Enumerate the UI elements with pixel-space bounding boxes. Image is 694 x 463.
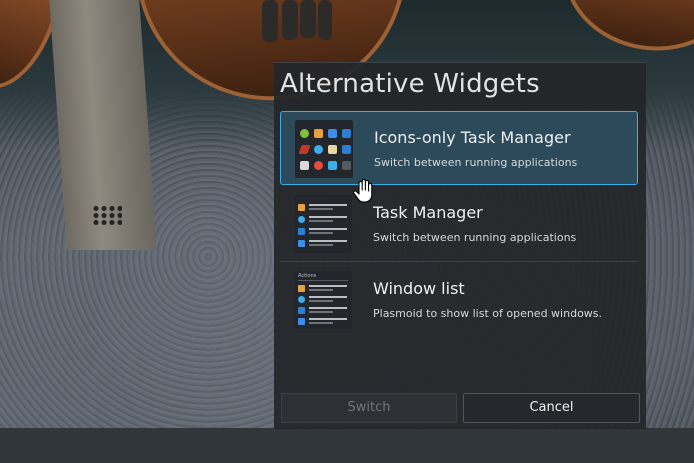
thumbnail-header: Actions [298, 273, 317, 279]
item-divider [280, 261, 638, 262]
dialog-title: Alternative Widgets [280, 69, 540, 99]
widget-item-description: Plasmoid to show list of opened windows. [373, 307, 603, 320]
window-list-preview-icon: Actions [294, 271, 352, 329]
wallpaper-plank-holes [92, 205, 122, 225]
widget-item-task-manager[interactable]: Task Manager Switch between running appl… [280, 187, 638, 262]
widget-item-title: Window list [373, 279, 465, 298]
open-hand-cursor-icon [353, 178, 373, 203]
widget-item-description: Switch between running applications [374, 156, 578, 169]
wallpaper-oar [262, 0, 278, 42]
panel-bar [0, 428, 694, 463]
alternative-widgets-dialog: Alternative Widgets Icons-only Task Mana… [274, 62, 646, 429]
switch-button[interactable]: Switch [281, 393, 457, 423]
icon-grid-preview-icon [295, 120, 353, 178]
wallpaper-oar [300, 0, 316, 38]
task-list-preview-icon [294, 195, 352, 253]
widget-item-title: Icons-only Task Manager [374, 128, 571, 147]
widget-item-title: Task Manager [373, 203, 483, 222]
widget-item-description: Switch between running applications [373, 231, 577, 244]
widget-item-window-list[interactable]: Actions Window list Plasmoid to show lis… [280, 263, 638, 337]
wallpaper-oar [318, 0, 332, 40]
cancel-button[interactable]: Cancel [463, 393, 640, 423]
wallpaper-oar [282, 0, 298, 40]
widget-item-icons-only-task-manager[interactable]: Icons-only Task Manager Switch between r… [280, 111, 638, 185]
